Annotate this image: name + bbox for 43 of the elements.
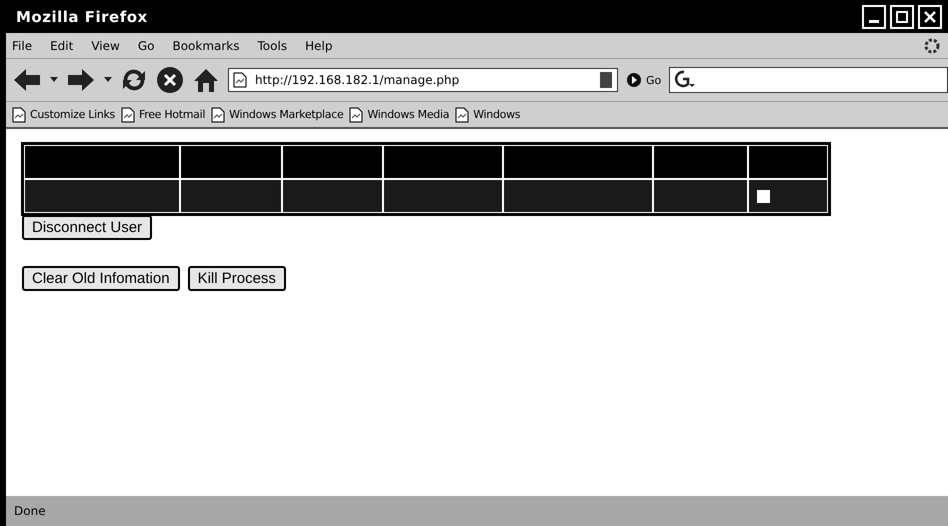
- checkbox[interactable]: [757, 190, 770, 202]
- minimize-button[interactable]: [862, 4, 886, 28]
- close-icon: [924, 10, 936, 22]
- bookmark-link[interactable]: Free Hotmail: [121, 106, 206, 122]
- page-icon: [349, 106, 364, 122]
- maximize-icon: [896, 10, 908, 22]
- bookmark-link[interactable]: Windows Marketplace: [211, 106, 344, 122]
- minimize-icon: [869, 20, 879, 23]
- page-icon: [455, 106, 470, 122]
- menu-item[interactable]: File: [12, 38, 32, 52]
- bookmark-link[interactable]: Windows Media: [349, 106, 450, 122]
- address-field[interactable]: http://192.168.182.1/manage.php: [228, 68, 618, 92]
- back-icon[interactable]: [12, 67, 42, 93]
- page-icon: [211, 106, 226, 122]
- bookmark-link[interactable]: Customize Links: [12, 106, 115, 122]
- window-title: Mozilla Firefox: [16, 8, 148, 26]
- stop-icon[interactable]: [156, 66, 184, 94]
- disconnect-button[interactable]: Disconnect User: [22, 215, 152, 240]
- menu-item[interactable]: Edit: [50, 38, 74, 52]
- page-icon: [121, 106, 135, 122]
- close-button[interactable]: [918, 4, 942, 28]
- menu-item[interactable]: Go: [138, 38, 154, 52]
- action-button[interactable]: Clear Old Infomation: [22, 266, 180, 291]
- page-icon: [12, 106, 26, 122]
- menu-item[interactable]: Help: [305, 38, 332, 52]
- go-icon: [626, 72, 642, 88]
- caret-icon[interactable]: [104, 77, 112, 83]
- bookmark-icon: [599, 71, 613, 89]
- address-input[interactable]: http://192.168.182.1/manage.php: [253, 72, 593, 88]
- menu-item[interactable]: Bookmarks: [172, 38, 240, 52]
- maximize-button[interactable]: [890, 4, 914, 28]
- go-button[interactable]: Go: [626, 72, 662, 88]
- caret-icon[interactable]: [50, 77, 58, 83]
- throbber-icon: [924, 38, 940, 54]
- bookmark-link[interactable]: Windows: [455, 106, 520, 122]
- menu-item[interactable]: View: [91, 38, 120, 52]
- search-field[interactable]: [669, 67, 948, 93]
- status-text: Done: [14, 504, 46, 518]
- page-icon: [233, 72, 247, 88]
- action-button[interactable]: Kill Process: [188, 266, 286, 291]
- forward-icon[interactable]: [66, 67, 96, 93]
- home-icon[interactable]: [192, 66, 220, 94]
- menu-item[interactable]: Tools: [258, 38, 288, 52]
